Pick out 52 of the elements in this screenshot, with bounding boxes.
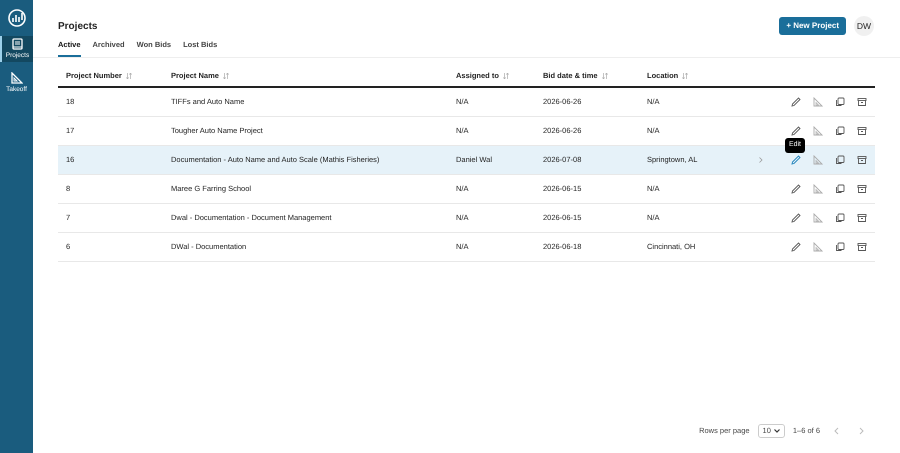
pencil-icon bbox=[791, 184, 801, 194]
archive-icon bbox=[857, 184, 867, 194]
edit-button[interactable] bbox=[791, 97, 801, 107]
archive-button[interactable] bbox=[857, 213, 867, 223]
archive-button[interactable] bbox=[857, 184, 867, 194]
copy-icon bbox=[835, 242, 845, 252]
triangle-ruler-icon bbox=[813, 184, 823, 194]
copy-icon bbox=[835, 213, 845, 223]
pencil-icon bbox=[791, 126, 801, 136]
triangle-ruler-icon bbox=[813, 213, 823, 223]
archive-button[interactable] bbox=[857, 155, 867, 165]
user-avatar[interactable]: DW bbox=[854, 16, 874, 36]
book-icon bbox=[12, 38, 23, 50]
archive-icon bbox=[857, 155, 867, 165]
new-project-button[interactable]: + New Project bbox=[779, 17, 846, 35]
edit-button[interactable] bbox=[791, 155, 801, 165]
pencil-icon bbox=[791, 242, 801, 252]
pencil-icon bbox=[791, 155, 801, 165]
duplicate-button[interactable] bbox=[835, 126, 845, 136]
chevron-right-icon bbox=[859, 427, 864, 435]
duplicate-button[interactable] bbox=[835, 242, 845, 252]
edit-button[interactable] bbox=[791, 126, 801, 136]
edit-button[interactable] bbox=[791, 184, 801, 194]
copy-icon bbox=[835, 126, 845, 136]
triangle-ruler-icon bbox=[813, 126, 823, 136]
chevron-left-icon bbox=[834, 427, 839, 435]
copy-icon bbox=[835, 97, 845, 107]
copy-icon bbox=[835, 184, 845, 194]
edit-button[interactable] bbox=[791, 242, 801, 252]
triangle-ruler-icon bbox=[813, 242, 823, 252]
logo-icon bbox=[8, 9, 26, 27]
pencil-icon bbox=[791, 97, 801, 107]
triangle-ruler-icon bbox=[813, 155, 823, 165]
duplicate-button[interactable] bbox=[835, 213, 845, 223]
page-title: Projects bbox=[58, 20, 98, 34]
archive-icon bbox=[857, 97, 867, 107]
triangle-ruler-icon bbox=[813, 97, 823, 107]
chevron-down-icon bbox=[774, 429, 780, 433]
archive-icon bbox=[857, 242, 867, 252]
chevron-right-icon bbox=[759, 157, 763, 163]
pencil-icon bbox=[791, 213, 801, 223]
copy-icon bbox=[835, 155, 845, 165]
archive-button[interactable] bbox=[857, 126, 867, 136]
archive-button[interactable] bbox=[857, 97, 867, 107]
edit-button[interactable] bbox=[791, 213, 801, 223]
archive-button[interactable] bbox=[857, 242, 867, 252]
archive-icon bbox=[857, 213, 867, 223]
triangle-ruler-icon bbox=[10, 72, 22, 84]
duplicate-button[interactable] bbox=[835, 184, 845, 194]
duplicate-button[interactable] bbox=[835, 97, 845, 107]
archive-icon bbox=[857, 126, 867, 136]
duplicate-button[interactable] bbox=[835, 155, 845, 165]
